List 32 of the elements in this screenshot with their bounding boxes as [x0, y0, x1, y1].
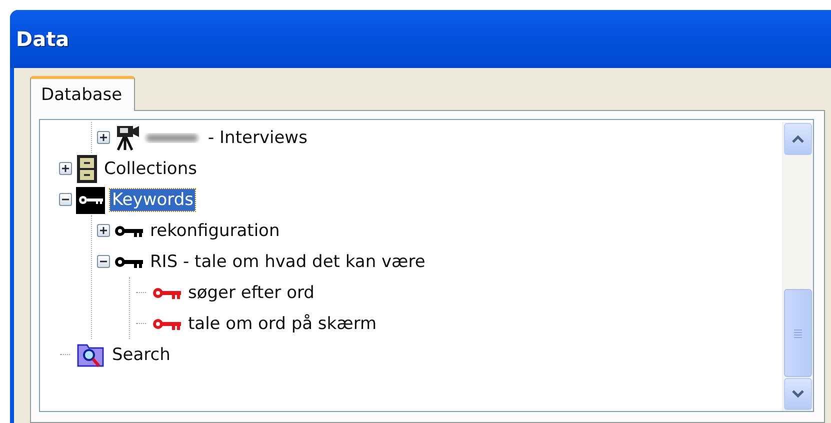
expand-button[interactable] — [58, 162, 72, 175]
key-icon — [152, 316, 182, 330]
scroll-up-button[interactable] — [784, 123, 812, 155]
chevron-up-icon — [792, 135, 804, 143]
minus-icon — [62, 196, 68, 203]
plus-icon — [62, 165, 68, 172]
key-folder-icon — [76, 184, 106, 214]
tree-item[interactable]: RIS - tale om hvad det kan være — [148, 250, 428, 272]
tree-item[interactable]: søger efter ord — [186, 282, 316, 304]
tree-item[interactable]: Search — [110, 344, 172, 366]
collapse-button[interactable] — [96, 255, 110, 268]
minus-icon — [100, 258, 106, 265]
plus-icon — [100, 134, 106, 141]
tree-item[interactable]: tale om ord på skærm — [186, 312, 379, 334]
tree-item[interactable]: Collections — [102, 158, 199, 180]
expand-button[interactable] — [96, 224, 110, 237]
chevron-down-icon — [792, 390, 804, 398]
key-icon — [114, 254, 144, 268]
plus-icon — [100, 227, 106, 234]
key-icon — [152, 286, 182, 300]
collapse-button[interactable] — [58, 193, 72, 206]
tree-item[interactable]: Keywords — [110, 188, 196, 210]
scroll-thumb[interactable] — [784, 289, 812, 377]
expand-button[interactable] — [96, 131, 110, 144]
tab[interactable]: Database — [30, 76, 136, 111]
tree-item[interactable]: - Interviews — [206, 126, 310, 148]
camera-icon — [114, 124, 142, 152]
key-icon — [114, 224, 144, 238]
window-title: Data — [16, 27, 70, 51]
file-cabinet-icon — [76, 154, 98, 184]
tree-item[interactable]: rekonfiguration — [148, 220, 282, 242]
scroll-down-button[interactable] — [784, 378, 812, 410]
